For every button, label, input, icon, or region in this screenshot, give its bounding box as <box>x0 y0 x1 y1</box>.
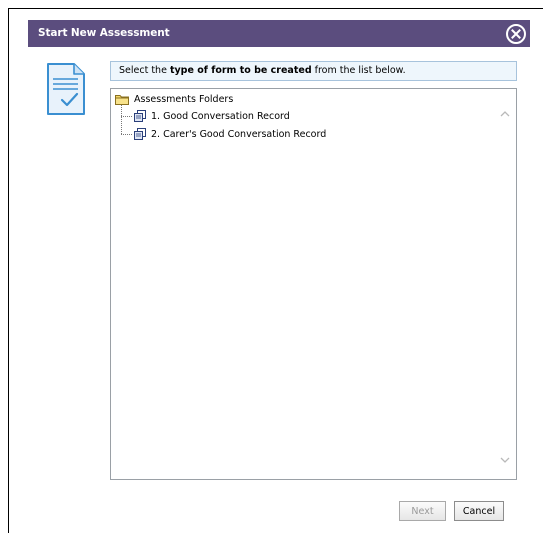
scroll-up-icon[interactable] <box>500 109 510 119</box>
instruction-prefix: Select the <box>119 65 170 76</box>
tree-item-good-conversation-record[interactable]: 1. Good Conversation Record <box>134 109 290 123</box>
tree-connector <box>121 134 132 135</box>
dialog-titlebar: Start New Assessment <box>28 20 530 47</box>
tree-item-label: 1. Good Conversation Record <box>151 110 290 122</box>
tree-item-carers-good-conversation-record[interactable]: 2. Carer's Good Conversation Record <box>134 127 326 141</box>
tree-root-assessments-folders[interactable]: Assessments Folders <box>115 92 233 106</box>
instruction-suffix: from the list below. <box>311 65 406 76</box>
cancel-button[interactable]: Cancel <box>454 501 504 521</box>
form-icon <box>134 128 146 140</box>
folder-icon <box>115 94 129 105</box>
dialog-title: Start New Assessment <box>38 27 170 39</box>
tree-item-label: 2. Carer's Good Conversation Record <box>151 128 327 140</box>
instruction-text: Select the type of form to be created fr… <box>110 61 517 81</box>
tree-connector <box>121 105 122 134</box>
tree-root-label: Assessments Folders <box>134 93 234 105</box>
form-icon <box>134 110 146 122</box>
close-icon[interactable] <box>506 24 526 44</box>
document-check-icon <box>47 63 85 115</box>
tree-connector <box>121 116 132 117</box>
start-assessment-dialog: Start New Assessment Select the type of … <box>28 20 530 528</box>
next-button[interactable]: Next <box>399 501 446 521</box>
instruction-emphasis: type of form to be created <box>169 65 312 76</box>
form-type-tree[interactable]: Assessments Folders 1. Good Conversation… <box>110 88 517 480</box>
scroll-down-icon[interactable] <box>500 455 510 465</box>
